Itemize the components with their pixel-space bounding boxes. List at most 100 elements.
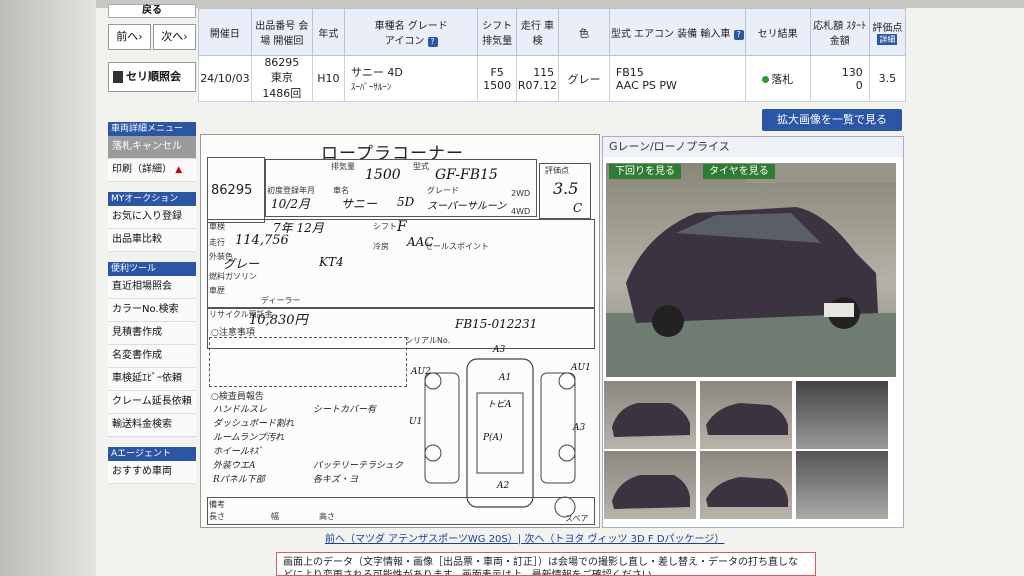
chevron-right-icon: › (183, 30, 188, 43)
mark-u1: U1 (409, 417, 423, 427)
displacement: 1500 (483, 78, 512, 92)
mileage-label: 走行 (209, 238, 225, 247)
table-header-row: 開催日 出品番号 会 場 開催回 年式 車種名 グレード アイコン ? シフト 排… (198, 8, 907, 56)
status-dot-icon (762, 75, 770, 83)
vehicle-summary-table: 開催日 出品番号 会 場 開催回 年式 車種名 グレード アイコン ? シフト 排… (198, 8, 907, 102)
note-item: ルームランプ汚れ (213, 433, 285, 443)
help-icon[interactable]: ? (427, 37, 438, 47)
type-value: GF-FB15 (435, 167, 498, 183)
caution-box (209, 337, 407, 387)
thumbnail-6[interactable] (796, 451, 888, 519)
next-label: 次へ (161, 30, 184, 43)
back-button[interactable]: 戻る (108, 4, 196, 18)
cell-result: 落札 (744, 55, 811, 102)
estimate-button[interactable]: 見積書作成 (108, 322, 196, 345)
cell-date: 24/10/03 (198, 55, 252, 102)
under-view-button[interactable]: 下回りを見る (609, 164, 681, 179)
fuel-value: ガソリン (225, 272, 257, 281)
help-icon[interactable]: ? (733, 29, 744, 40)
note-item: 外装ウエA (213, 461, 256, 471)
next-button[interactable]: 次へ› (153, 24, 196, 50)
cell-score: 3.5 (868, 55, 907, 102)
favorite-button[interactable]: お気に入り登録 (108, 206, 196, 229)
sheet-exhibit-no: 86295 (211, 183, 253, 198)
print-label: 印刷（詳細） (112, 164, 172, 175)
displacement-value: 1500 (365, 167, 401, 183)
header-type: 型式 エアコン 装備 輸入車 ? (608, 8, 746, 56)
type-code: FB15 (615, 65, 644, 79)
prev-next-links[interactable]: 前へ（マツダ アテンザスポーツWG 20S）| 次へ（トヨタ ヴィッツ 3D F… (325, 530, 724, 545)
sidebar: 戻る 前へ› 次へ› セリ順照会 車両詳細メニュー 落札キャンセル 印刷（詳細）… (108, 4, 196, 484)
header-score-label: 評価点 (872, 23, 903, 34)
mark-a3-side: A3 (573, 423, 586, 433)
chevron-left-icon: › (138, 30, 143, 43)
auction-sheet[interactable]: ロープラコーナー 86295 排気量 1500 型式 GF-FB15 初度登録年… (200, 134, 600, 528)
pdf-icon: ▲ (175, 165, 183, 175)
mileage: 115 (533, 65, 555, 79)
cell-mileage: 115 R07.12 (515, 55, 560, 102)
shift-label: シフト (373, 222, 397, 231)
main-car-photo[interactable] (606, 163, 896, 377)
name-change-button[interactable]: 名変書作成 (108, 345, 196, 368)
cell-color: グレー (558, 55, 610, 102)
agent-recommend-button[interactable]: おすすめ車両 (108, 461, 196, 484)
header-model: 車種名 グレード アイコン ? (343, 8, 479, 56)
model-name: サニー 4D (350, 66, 403, 79)
header-color: 色 (558, 8, 610, 56)
thumbnail-5[interactable] (700, 451, 792, 519)
claim-extension-button[interactable]: クレーム延長依頼 (108, 391, 196, 414)
note-item: シートカバー有 (313, 405, 377, 415)
shipping-search-button[interactable]: 輸送料金検索 (108, 414, 196, 437)
prev-button[interactable]: 前へ› (108, 24, 151, 50)
venue: 東京 (270, 71, 293, 84)
tire-view-button[interactable]: タイヤを見る (703, 164, 775, 179)
color-value: グレー (223, 257, 260, 271)
thumbnail-2[interactable] (700, 381, 792, 449)
drive-4wd: 4WD (511, 207, 531, 216)
print-detail-button[interactable]: 印刷（詳細） ▲ (108, 159, 196, 182)
start-price: 0 (855, 78, 863, 92)
thumbnail-4[interactable] (604, 451, 696, 519)
history-label: 車歴 (209, 286, 225, 295)
color-search-button[interactable]: カラーNo.検索 (108, 299, 196, 322)
inspection-date: R07.12 (517, 78, 558, 92)
thumbnail-1[interactable] (604, 381, 696, 449)
car-image (612, 403, 690, 437)
header-mileage: 走行 車検 (515, 8, 560, 56)
recent-price-button[interactable]: 直近相場照会 (108, 276, 196, 299)
section-vehicle-menu: 車両詳細メニュー (108, 122, 196, 136)
section-tools: 便利ツール (108, 262, 196, 276)
mark-pa: P(A) (483, 433, 503, 443)
mark-a3: A3 (493, 345, 506, 355)
header-score: 評価点 詳細 (868, 8, 907, 56)
grade-label: グレード (427, 186, 459, 195)
inspection-label: 車検 (209, 222, 225, 231)
mark-au1: AU1 (571, 363, 591, 373)
shift-value: F (397, 219, 407, 235)
spare-label: スペア (565, 514, 589, 523)
detail-badge[interactable]: 詳細 (877, 34, 898, 45)
seri-order-button[interactable]: セリ順照会 (108, 62, 196, 92)
color-code-value: KT4 (319, 255, 344, 269)
inspection-request-button[interactable]: 車検延ｴﾋﾟｰ依頼 (108, 368, 196, 391)
header-bid: 応札額 ｽﾀｰﾄ金額 (809, 8, 870, 56)
cancel-bid-button[interactable]: 落札キャンセル (108, 136, 196, 159)
enlarge-images-button[interactable]: 拡大画像を一覧で見る (762, 109, 902, 131)
monitor-bezel (0, 0, 96, 576)
notes-left: ハンドルスレ ダッシュボード割れ ルームランプ汚れ ホイールｷｽﾞ 外装ウエA … (213, 403, 317, 487)
plate-value: FB15-012231 (455, 317, 538, 331)
prev-next-row: 前へ› 次へ› (108, 24, 196, 50)
note-item: Rパネル下部 (213, 475, 265, 485)
type-label: 型式 (413, 162, 429, 171)
header-result: セリ結果 (744, 8, 811, 56)
history-value: ディーラー (261, 296, 301, 305)
result: 落札 (771, 72, 794, 86)
thumbnail-3[interactable] (796, 381, 888, 449)
mark-a1: A1 (499, 373, 512, 383)
score-value: 3.5 (553, 179, 579, 198)
compare-button[interactable]: 出品車比較 (108, 229, 196, 252)
report-label: ○検査員報告 (211, 392, 264, 402)
photos-title: Gレーン/ローノプライス (603, 137, 903, 157)
shift: F5 (490, 65, 504, 79)
recycle-value: 10,830円 (249, 313, 308, 328)
